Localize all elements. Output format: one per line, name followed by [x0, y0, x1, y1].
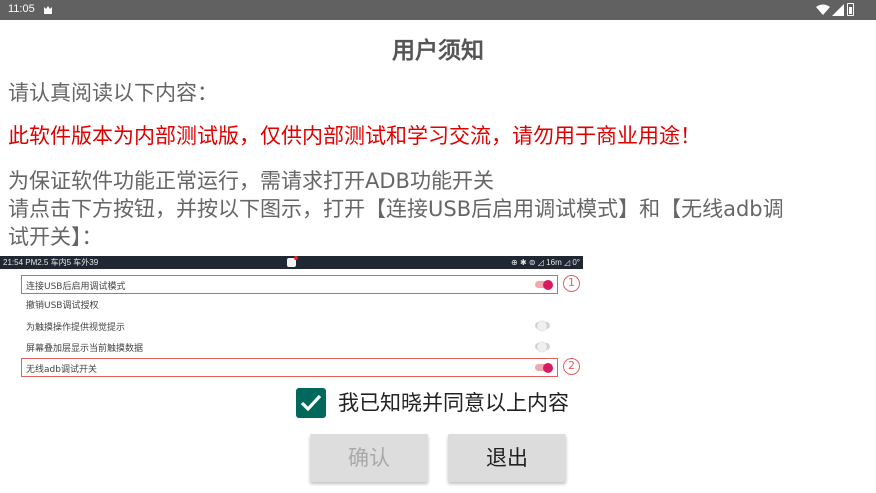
dialog-title: 用户须知	[392, 38, 484, 64]
checkmark-icon	[300, 394, 322, 412]
guide-status-left: 21:54 PM2.5 车内5 车外39	[3, 258, 99, 267]
highlight-box	[21, 358, 558, 377]
status-time: 11:05	[8, 3, 35, 15]
guide-row-label: 屏幕叠加层显示当前触摸数据	[26, 344, 144, 354]
warning-text: 此软件版本为内部测试版，仅供内部测试和学习交流，请勿用于商业用途！	[8, 124, 701, 148]
guide-row-label: 撤销USB调试授权	[26, 301, 99, 311]
exit-button[interactable]: 退出	[448, 434, 566, 482]
confirm-button[interactable]: 确认	[310, 434, 428, 482]
guide-row-label: 无线adb调试开关	[26, 365, 97, 375]
wifi-icon	[816, 4, 830, 15]
agree-checkbox[interactable]	[296, 388, 326, 418]
settings-guide-image: 21:54 PM2.5 车内5 车外39 ⊕ ✱ ⊜ ◿ 16m ◿ 0° 连接…	[0, 256, 583, 379]
agree-label[interactable]: 我已知晓并同意以上内容	[338, 389, 569, 417]
read-prompt: 请认真阅读以下内容：	[8, 81, 218, 105]
instruction-line: 为保证软件功能正常运行，需请求打开ADB功能开关	[8, 169, 494, 193]
guide-row-label: 连接USB后启用调试模式	[26, 282, 126, 292]
guide-row-label: 为触摸操作提供视觉提示	[26, 323, 126, 333]
guide-toggle-off	[535, 341, 550, 352]
marker-number: 1	[563, 275, 580, 292]
status-bar: 11:05	[0, 0, 876, 20]
battery-icon	[847, 3, 854, 16]
guide-status-right: ⊕ ✱ ⊜ ◿ 16m ◿ 0°	[511, 258, 580, 267]
marker-number: 2	[563, 358, 580, 375]
guide-chat-icon	[287, 256, 298, 267]
guide-toggle-off	[535, 320, 550, 331]
notification-cat-icon	[44, 6, 52, 14]
signal-icon	[832, 4, 844, 16]
guide-toggle-on	[535, 362, 553, 373]
instruction-line: 请点击下方按钮，并按以下图示，打开【连接USB后启用调试模式】和【无线adb调	[8, 197, 784, 221]
instruction-line: 试开关】：	[8, 225, 103, 249]
guide-status-bar: 21:54 PM2.5 车内5 车外39 ⊕ ✱ ⊜ ◿ 16m ◿ 0°	[0, 256, 583, 269]
guide-toggle-on	[535, 279, 553, 290]
